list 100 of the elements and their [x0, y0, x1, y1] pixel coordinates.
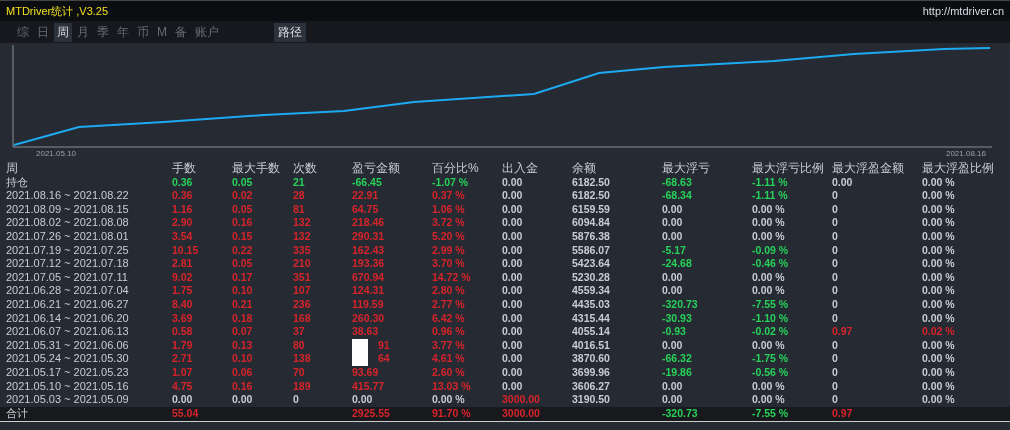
table-cell: 138: [293, 352, 311, 366]
period-tab[interactable]: 备: [172, 22, 190, 42]
table-cell: 1.79: [172, 338, 193, 353]
table-cell: 2.90: [172, 216, 193, 230]
table-cell: 0.00: [662, 379, 683, 394]
table-cell: 0.00 %: [922, 216, 955, 230]
table-cell: 0.00 %: [752, 393, 785, 407]
table-cell: 162.43: [352, 243, 385, 258]
table-cell: 10.15: [172, 243, 199, 258]
table-cell: 91: [378, 338, 390, 353]
table-cell: 0: [832, 270, 838, 285]
column-header: 最大手数: [232, 162, 281, 176]
table-cell: 0: [832, 379, 838, 394]
table-cell: 0.36: [172, 175, 193, 190]
total-cell: 0.97: [832, 406, 853, 421]
table-cell: 0.00: [502, 311, 523, 326]
table-cell: 4315.44: [572, 311, 610, 326]
week-cell-text: 2021.05.17 ~ 2021.05.23: [6, 365, 130, 380]
table-cell: 236: [293, 297, 311, 312]
period-tab[interactable]: 综: [14, 22, 32, 42]
table-cell: -5.17: [662, 243, 686, 258]
table-cell: 5230.28: [572, 270, 610, 285]
table-cell: 5423.64: [572, 257, 610, 271]
week-cell-text: 持仓: [6, 175, 29, 190]
table-cell: 0: [832, 216, 838, 230]
table-cell: -320.73: [662, 297, 698, 312]
path-button[interactable]: 路径: [274, 22, 306, 42]
table-cell: 2.77 %: [432, 297, 465, 312]
table-cell: 0.00: [502, 338, 523, 353]
week-cell-text: 2021.07.19 ~ 2021.07.25: [6, 243, 130, 258]
period-tab[interactable]: 日: [34, 22, 52, 42]
site-link[interactable]: http://mtdriver.cn: [922, 5, 1004, 17]
table-cell: 0.00: [502, 325, 523, 339]
table-cell: -1.11 %: [752, 175, 788, 190]
table-cell: 64.75: [352, 202, 379, 217]
table-cell: 0.00 %: [922, 365, 955, 380]
table-cell: 2.81: [172, 257, 193, 271]
table-cell: 3606.27: [572, 379, 610, 394]
table-cell: 22.91: [352, 189, 379, 203]
table-cell: 3699.96: [572, 365, 610, 380]
table-cell: 9.02: [172, 270, 193, 285]
table-cell: 4559.34: [572, 284, 610, 298]
table-cell: 93.69: [352, 365, 379, 380]
table-cell: 3000.00: [502, 393, 540, 407]
total-cell: -320.73: [662, 406, 698, 421]
column-header: 最大浮亏比例: [752, 162, 825, 176]
table-cell: 415.77: [352, 379, 385, 394]
table-cell: 107: [293, 284, 311, 298]
table-cell: -1.07 %: [432, 175, 469, 190]
period-tab[interactable]: 年: [114, 22, 132, 42]
week-cell-text: 2021.07.12 ~ 2021.07.18: [6, 257, 130, 271]
table-cell: 0.00 %: [752, 229, 785, 244]
table-cell: 0.21: [232, 297, 253, 312]
table-cell: 0: [832, 257, 838, 271]
week-cell-text: 2021.05.10 ~ 2021.05.16: [6, 379, 130, 394]
table-cell: 4016.51: [572, 338, 610, 353]
table-cell: 1.07: [172, 365, 193, 380]
table-cell: 0.00: [352, 393, 373, 407]
table-cell: 189: [293, 379, 311, 394]
table-cell: -1.11 %: [752, 189, 788, 203]
table-cell: 0: [832, 352, 838, 366]
period-tab[interactable]: 账户: [192, 22, 222, 42]
period-tab[interactable]: 周: [54, 22, 72, 42]
table-cell: 80: [293, 338, 305, 353]
table-cell: 6094.84: [572, 216, 610, 230]
table-cell: 0.00: [662, 216, 683, 230]
table-cell: 6159.59: [572, 202, 610, 217]
table-cell: 0.00 %: [922, 202, 955, 217]
table-cell: 0.13: [232, 338, 253, 353]
table-cell: 0.00 %: [922, 284, 955, 298]
period-tab[interactable]: 月: [74, 22, 92, 42]
table-cell: 0.00 %: [922, 270, 955, 285]
table-cell: 0.17: [232, 270, 253, 285]
table-cell: 5.20 %: [432, 229, 465, 244]
table-cell: 119.59: [352, 297, 384, 312]
table-cell: 0.00 %: [752, 338, 785, 353]
table-cell: 0.00: [662, 202, 683, 217]
table-cell: 70: [293, 365, 305, 380]
table-cell: 3.72 %: [432, 216, 465, 230]
table-cell: 0.06: [232, 365, 253, 380]
table-cell: 0.00 %: [752, 284, 785, 298]
period-tab[interactable]: 币: [134, 22, 152, 42]
period-tab[interactable]: 季: [94, 22, 112, 42]
table-cell: 0.00 %: [752, 270, 785, 285]
table-cell: -0.02 %: [752, 325, 789, 339]
table-cell: 2.60 %: [432, 365, 465, 380]
table-cell: -19.86: [662, 365, 692, 380]
table-cell: 81: [293, 202, 305, 217]
table-cell: 0.00 %: [922, 352, 955, 366]
table-cell: 0.22: [232, 243, 253, 258]
table-cell: 0.37 %: [432, 189, 465, 203]
table-cell: 0.05: [232, 257, 253, 271]
week-cell-text: 2021.07.05 ~ 2021.07.11: [6, 270, 129, 285]
table-cell: 0.16: [232, 216, 253, 230]
table-cell: 0.00: [502, 216, 523, 230]
table-cell: 0.36: [172, 189, 193, 203]
period-tab[interactable]: M: [154, 24, 170, 40]
table-cell: 3.69: [172, 311, 193, 326]
table-cell: 132: [293, 229, 311, 244]
table-cell: 0.00 %: [922, 189, 955, 203]
